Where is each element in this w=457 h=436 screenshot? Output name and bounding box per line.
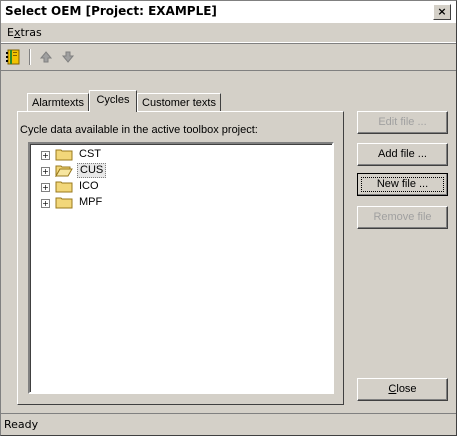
- panel-caption: Cycle data available in the active toolb…: [20, 124, 258, 136]
- status-text: Ready: [4, 418, 39, 431]
- tab-customer-texts[interactable]: Customer texts: [137, 93, 221, 113]
- open-folder-icon: [55, 165, 73, 177]
- cycle-data-tree[interactable]: + CST + CUS + ICO + MPF: [28, 142, 334, 394]
- tab-cycles[interactable]: Cycles: [89, 90, 137, 112]
- edit-file-button[interactable]: Edit file ...: [357, 111, 448, 134]
- remove-file-button[interactable]: Remove file: [357, 206, 448, 229]
- title-bar[interactable]: Select OEM [Project: EXAMPLE] ×: [1, 1, 456, 23]
- folder-icon: [55, 181, 73, 193]
- new-file-label: New file ...: [361, 177, 444, 192]
- tree-node-label: CST: [79, 148, 101, 160]
- select-oem-dialog: Select OEM [Project: EXAMPLE] × Extras A…: [0, 0, 457, 436]
- tab-alarmtexts[interactable]: Alarmtexts: [27, 93, 89, 113]
- toolbar-separator: [29, 49, 31, 65]
- expand-icon[interactable]: +: [41, 167, 50, 176]
- folder-icon: [55, 197, 73, 209]
- expand-icon[interactable]: +: [41, 199, 50, 208]
- tree-node-label: ICO: [79, 180, 99, 192]
- menu-bar: Extras: [1, 23, 456, 43]
- new-file-button[interactable]: New file ...: [357, 173, 448, 196]
- tree-node-label: MPF: [79, 196, 103, 208]
- close-window-button[interactable]: ×: [433, 4, 451, 20]
- status-bar: Ready: [1, 413, 456, 435]
- menu-extras[interactable]: Extras: [7, 26, 42, 39]
- tree-node-label: CUS: [77, 163, 107, 178]
- arrow-down-icon[interactable]: [59, 48, 77, 66]
- book-icon[interactable]: [5, 48, 23, 66]
- window-title: Select OEM [Project: EXAMPLE]: [5, 4, 217, 18]
- expand-icon[interactable]: +: [41, 183, 50, 192]
- add-file-button[interactable]: Add file ...: [357, 143, 448, 166]
- toolbar: [1, 43, 456, 71]
- expand-icon[interactable]: +: [41, 151, 50, 160]
- arrow-up-icon[interactable]: [37, 48, 55, 66]
- close-label-rest: lose: [396, 383, 417, 395]
- close-button[interactable]: Close: [357, 378, 448, 401]
- folder-icon: [55, 149, 73, 161]
